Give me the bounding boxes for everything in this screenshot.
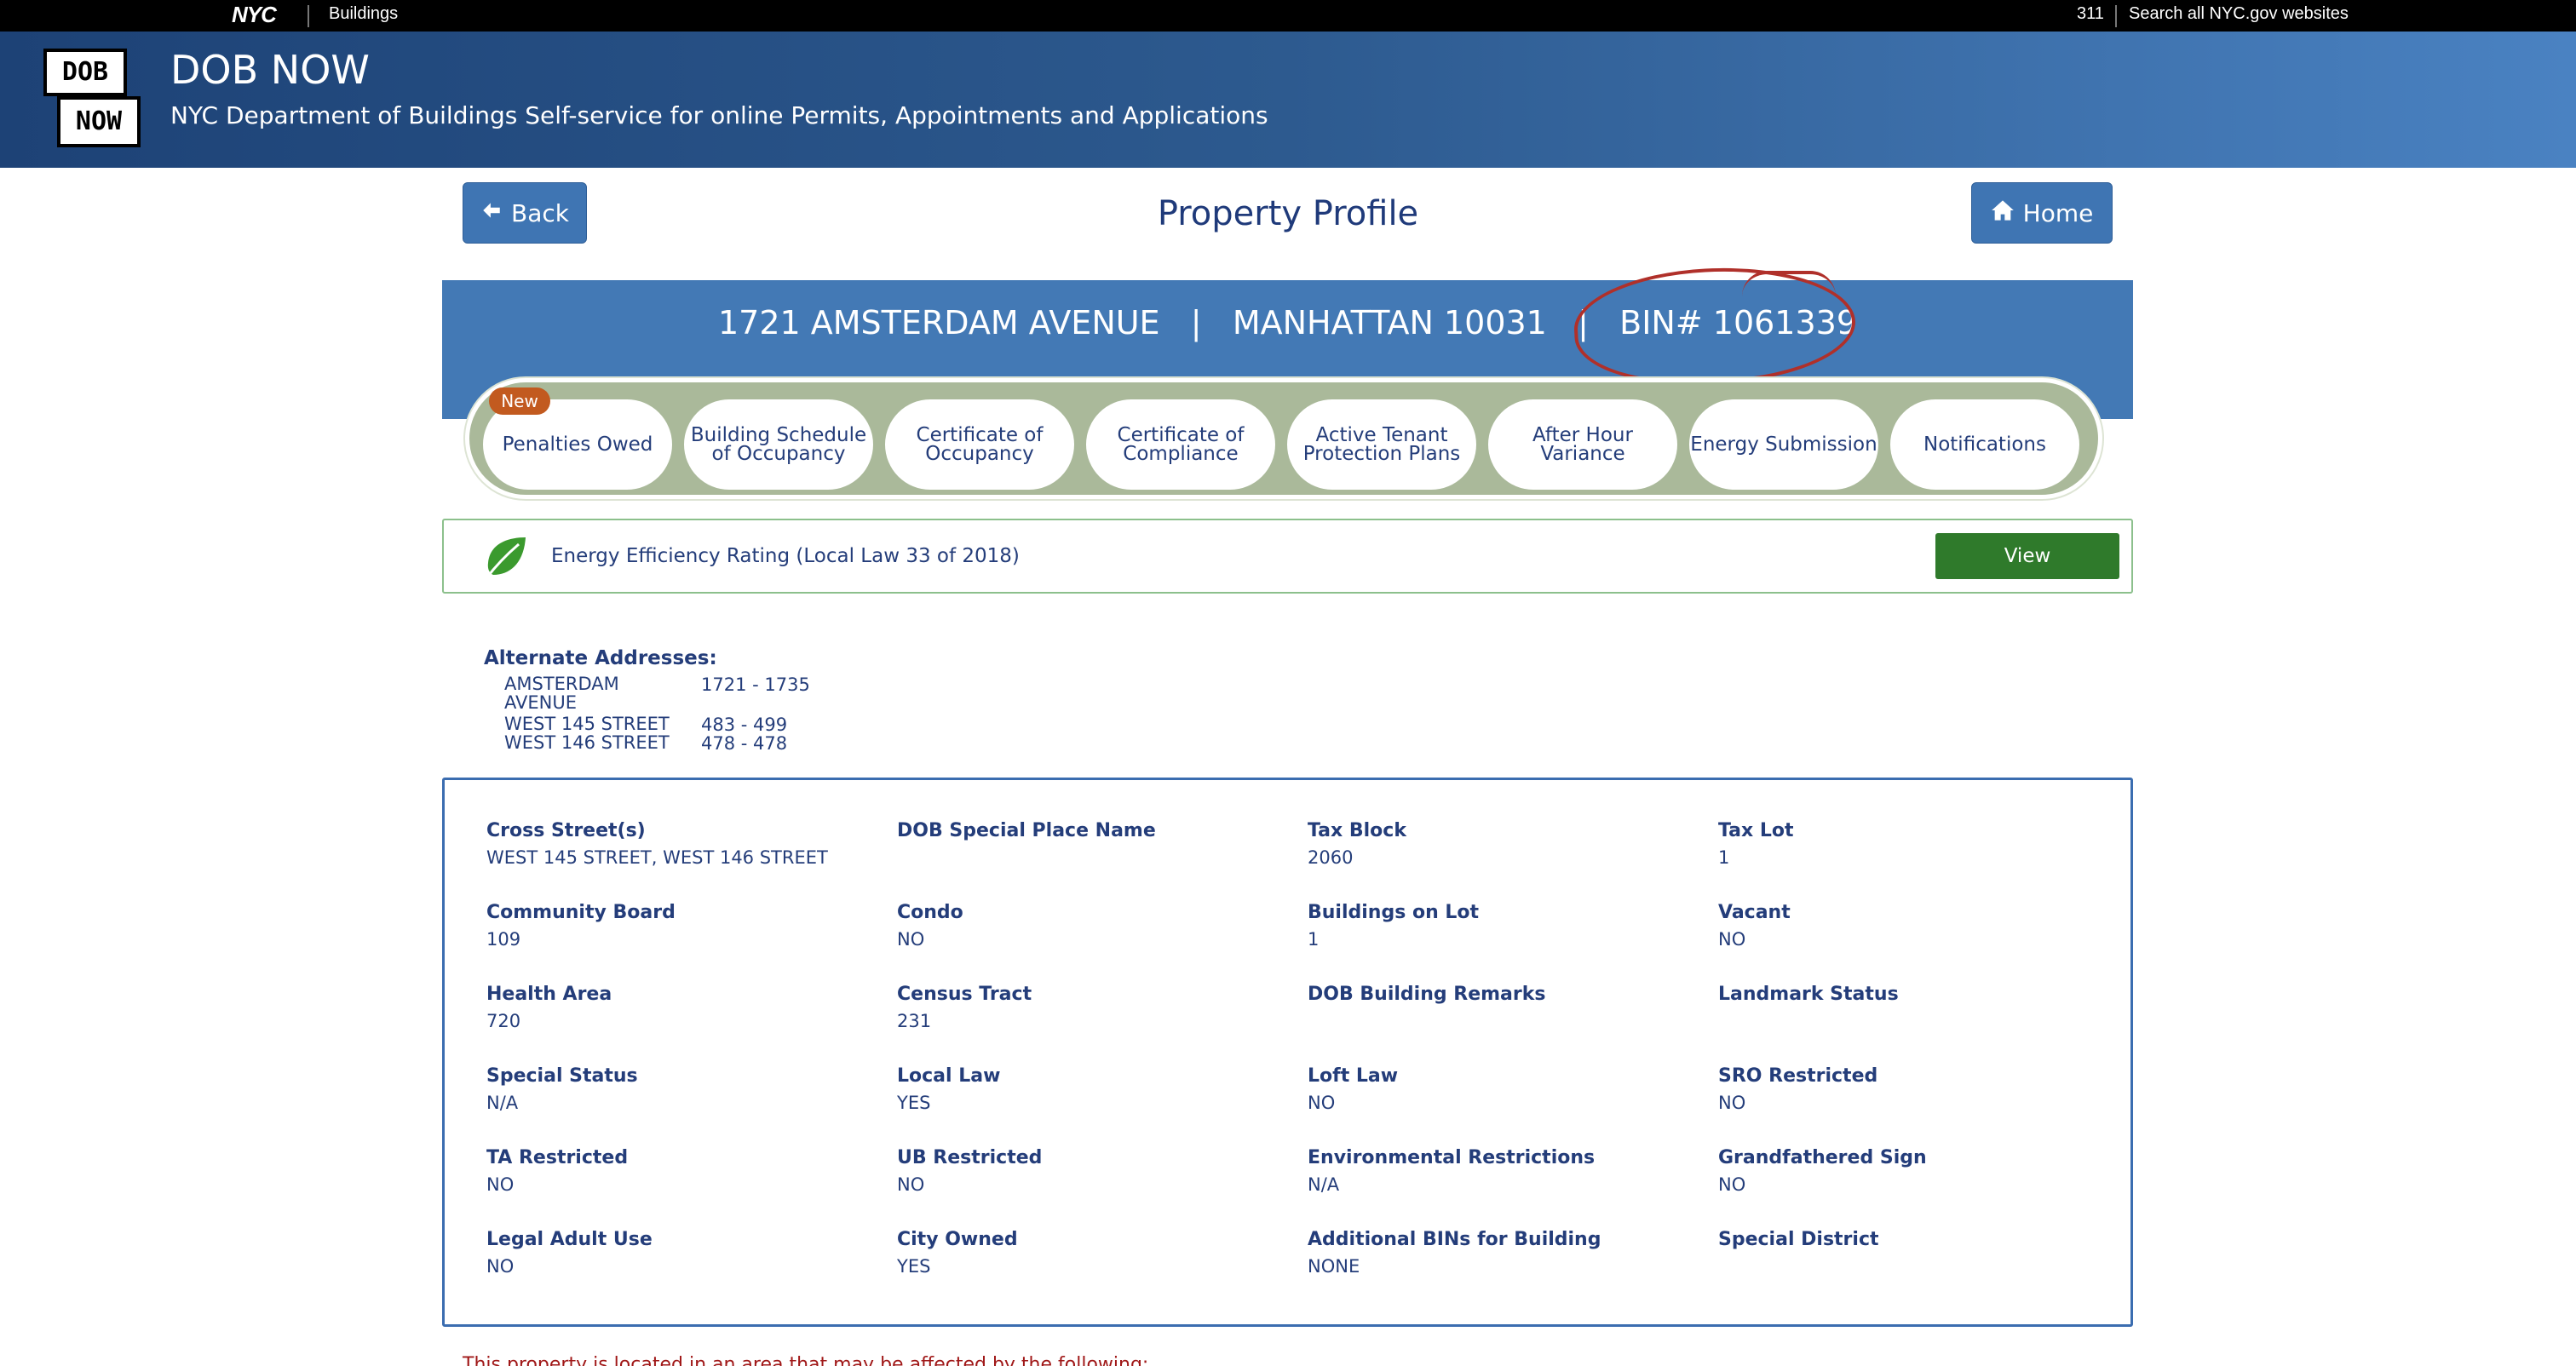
tab-after-hour-variance[interactable]: After Hour Variance xyxy=(1488,399,1677,490)
app-title: DOB NOW xyxy=(170,47,370,93)
alt-street: AMSTERDAM AVENUE xyxy=(504,674,619,713)
home-icon xyxy=(1991,199,2015,227)
field-city-owned: City Owned YES xyxy=(897,1229,1018,1277)
annotation-stroke xyxy=(1742,271,1836,296)
field-special-status: Special Status N/A xyxy=(486,1065,638,1113)
field-grandfathered-sign: Grandfathered Sign NO xyxy=(1718,1147,1927,1195)
agency-link[interactable]: Buildings xyxy=(329,4,398,24)
field-ta-restricted: TA Restricted NO xyxy=(486,1147,629,1195)
app-subtitle: NYC Department of Buildings Self-service… xyxy=(170,101,1268,129)
field-legal-adult-use: Legal Adult Use NO xyxy=(486,1229,653,1277)
view-button[interactable]: View xyxy=(1935,533,2119,579)
logo-top: DOB xyxy=(43,49,127,96)
divider xyxy=(308,5,309,27)
field-landmark-status: Landmark Status xyxy=(1718,984,1899,1005)
alt-range: 483 - 499 xyxy=(701,715,788,735)
dob-now-logo[interactable]: DOB NOW xyxy=(43,49,141,147)
field-health-area: Health Area 720 xyxy=(486,984,612,1031)
field-environmental-restrictions: Environmental Restrictions N/A xyxy=(1308,1147,1596,1195)
divider xyxy=(2115,5,2117,27)
field-buildings-on-lot: Buildings on Lot 1 xyxy=(1308,902,1480,950)
property-details: Cross Street(s) WEST 145 STREET, WEST 146… xyxy=(442,778,2133,1327)
leaf-icon xyxy=(481,534,529,582)
tab-certificate-compliance[interactable]: Certificate of Compliance xyxy=(1086,399,1275,490)
dob-header: DOB NOW DOB NOW NYC Department of Buildi… xyxy=(0,32,2576,168)
nyc-top-bar: NYC Buildings 311 Search all NYC.gov web… xyxy=(0,0,2576,32)
field-sro-restricted: SRO Restricted NO xyxy=(1718,1065,1878,1113)
field-special-place: DOB Special Place Name xyxy=(897,820,1156,841)
home-button[interactable]: Home xyxy=(1971,182,2113,244)
energy-rating-row: Energy Efficiency Rating (Local Law 33 o… xyxy=(442,519,2133,594)
energy-rating-text: Energy Efficiency Rating (Local Law 33 o… xyxy=(551,545,1020,567)
profile-tabs: Penalties Owed Building Schedule of Occu… xyxy=(465,378,2102,499)
logo-bottom: NOW xyxy=(57,96,141,147)
field-community-board: Community Board 109 xyxy=(486,902,676,950)
tab-tenant-protection[interactable]: Active Tenant Protection Plans xyxy=(1287,399,1476,490)
field-loft-law: Loft Law NO xyxy=(1308,1065,1399,1113)
new-badge: New xyxy=(489,387,550,415)
search-nyc-link[interactable]: Search all NYC.gov websites xyxy=(2129,4,2349,24)
nyc-logo[interactable]: NYC xyxy=(232,2,277,28)
field-special-district: Special District xyxy=(1718,1229,1879,1250)
tab-energy-submission[interactable]: Energy Submission xyxy=(1689,399,1878,490)
address-line: 1721 AMSTERDAM AVENUE | MANHATTAN 10031 … xyxy=(717,304,1857,342)
alt-range: 1721 - 1735 xyxy=(701,674,810,695)
field-tax-block: Tax Block 2060 xyxy=(1308,820,1406,868)
alt-street: WEST 145 STREET xyxy=(504,714,670,734)
home-label: Home xyxy=(2022,198,2094,227)
field-tax-lot: Tax Lot 1 xyxy=(1718,820,1794,868)
field-building-remarks: DOB Building Remarks xyxy=(1308,984,1546,1005)
field-vacant: Vacant NO xyxy=(1718,902,1791,950)
field-census-tract: Census Tract 231 xyxy=(897,984,1032,1031)
tab-building-schedule[interactable]: Building Schedule of Occupancy xyxy=(684,399,873,490)
field-cross-streets: Cross Street(s) WEST 145 STREET, WEST 146… xyxy=(486,820,828,868)
page-title: Property Profile xyxy=(1157,194,1419,233)
alternate-addresses-title: Alternate Addresses: xyxy=(484,647,717,669)
alt-street: WEST 146 STREET xyxy=(504,732,670,753)
tab-certificate-occupancy[interactable]: Certificate of Occupancy xyxy=(885,399,1074,490)
affected-area-notice: This property is located in an area that… xyxy=(463,1354,1149,1366)
tab-notifications[interactable]: Notifications xyxy=(1890,399,2079,490)
field-ub-restricted: UB Restricted NO xyxy=(897,1147,1043,1195)
field-additional-bins: Additional BINs for Building NONE xyxy=(1308,1229,1601,1277)
field-local-law: Local Law YES xyxy=(897,1065,1001,1113)
alt-range: 478 - 478 xyxy=(701,733,788,754)
link-311[interactable]: 311 xyxy=(2077,4,2104,24)
field-condo: Condo NO xyxy=(897,902,963,950)
